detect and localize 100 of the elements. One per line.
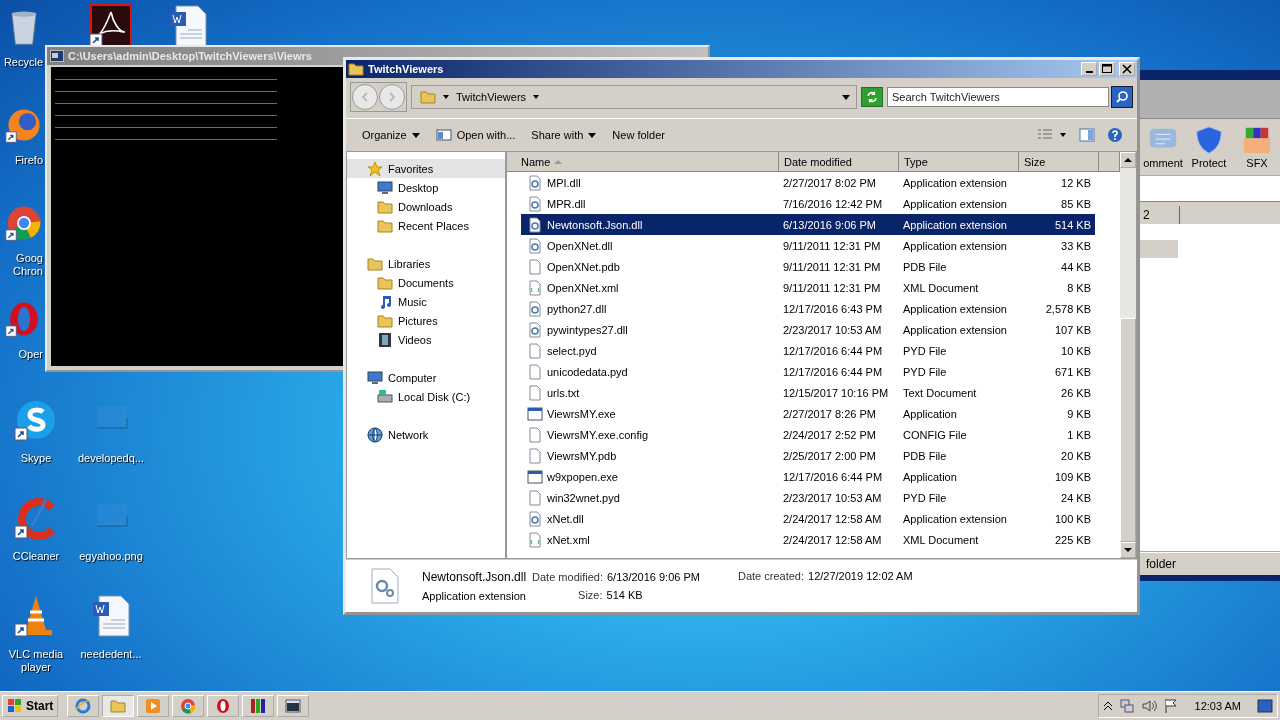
search-button[interactable] — [1111, 86, 1133, 108]
maximize-button[interactable] — [1099, 62, 1115, 76]
clock[interactable]: 12:03 AM — [1194, 700, 1241, 712]
taskbar-button[interactable] — [242, 695, 275, 717]
sidebar-item[interactable]: Pictures — [347, 311, 505, 330]
gear-file-icon — [527, 174, 543, 191]
pdf-icon[interactable] — [89, 4, 133, 48]
file-row[interactable]: MPR.dll 7/16/2016 12:42 PM Application extension 85 KB — [521, 193, 1095, 214]
file-icon — [527, 279, 543, 296]
close-icon — [1122, 64, 1132, 74]
file-row[interactable]: python27.dll 12/17/2016 6:43 PM Application extension 2,578 KB — [521, 298, 1095, 319]
browser-icon — [215, 698, 232, 714]
sidebar-item[interactable]: Downloads — [347, 197, 505, 216]
column-header[interactable]: Name — [507, 152, 779, 172]
column-header[interactable]: Size — [1019, 152, 1099, 172]
toolbar-button[interactable]: Organize — [356, 127, 426, 143]
broom-icon[interactable] — [14, 496, 58, 540]
refresh-button[interactable] — [861, 87, 883, 107]
sidebar-item[interactable]: Libraries — [347, 254, 505, 273]
window-icon — [50, 50, 64, 62]
file-row[interactable]: ViewrsMY.exe.config 2/24/2017 2:52 PM CONFIG File 1 KB — [521, 424, 1095, 445]
sidebar-item[interactable]: Favorites — [347, 159, 505, 178]
flag-icon[interactable] — [1162, 698, 1179, 714]
browser-icon[interactable] — [5, 204, 43, 242]
drive-icon — [377, 388, 393, 405]
taskbar-button[interactable] — [277, 695, 310, 717]
network-icon[interactable] — [1118, 698, 1135, 714]
file-row[interactable]: urls.txt 12/15/2017 10:16 PM Text Document 26 KB — [521, 382, 1095, 403]
refresh-icon — [865, 90, 879, 104]
console-line: _____________________________________ — [55, 131, 278, 143]
chevron-up-icon[interactable] — [1102, 700, 1113, 712]
sidebar-item[interactable]: Documents — [347, 273, 505, 292]
field-label: Size: — [578, 589, 603, 601]
console-line: _____________________________________ — [55, 83, 278, 95]
gear-file-icon — [527, 321, 543, 338]
speaker-icon[interactable] — [1140, 698, 1157, 714]
dropdown-icon — [842, 93, 850, 101]
file-row[interactable]: OpenXNet.xml 9/11/2011 12:31 PM XML Document 8 KB — [521, 277, 1095, 298]
file-row[interactable]: OpenXNet.dll 9/11/2011 12:31 PM Application extension 33 KB — [521, 235, 1095, 256]
file-row[interactable]: select.pyd 12/17/2016 6:44 PM PYD File 10 KB — [521, 340, 1095, 361]
file-row[interactable]: xNet.xml 2/24/2017 12:58 AM XML Document 225 KB — [521, 529, 1095, 550]
icon-label: Firefo — [13, 154, 43, 167]
caret-icon — [442, 93, 450, 101]
sidebar-item[interactable]: Music — [347, 292, 505, 311]
caret-icon — [411, 131, 420, 139]
help-icon — [1107, 127, 1123, 143]
sidebar-item[interactable]: Videos — [347, 330, 505, 349]
folder-icon — [377, 274, 393, 291]
folder-icon — [348, 61, 364, 77]
file-icon — [527, 489, 543, 506]
file-row[interactable]: MPI.dll 2/27/2017 8:02 PM Application extension 12 KB — [521, 172, 1095, 193]
file-row[interactable]: win32wnet.pyd 2/23/2017 10:53 AM PYD File 24 KB — [521, 487, 1095, 508]
column-header[interactable]: Date modified — [779, 152, 899, 172]
browser-icon — [180, 698, 197, 714]
sidebar-item[interactable]: Local Disk (C:) — [347, 387, 505, 406]
taskbar-button[interactable] — [207, 695, 240, 717]
close-button[interactable] — [1119, 62, 1135, 76]
toolbar-button[interactable]: Share with — [525, 127, 603, 143]
maximize-icon — [1102, 64, 1112, 74]
field-label: Date created: — [737, 570, 804, 582]
column-header[interactable]: Type — [899, 152, 1019, 172]
toolbar-button[interactable]: New folder — [606, 127, 671, 143]
field-value: 12/27/2019 12:02 AM — [808, 570, 913, 582]
gear-file-icon — [527, 300, 543, 317]
toolbar-button[interactable]: Open with... — [429, 125, 522, 145]
toolbar-button[interactable]: Protect — [1186, 125, 1232, 169]
start-button[interactable]: Start — [2, 695, 59, 717]
toolbar-button[interactable]: SFX — [1234, 125, 1280, 169]
archive-icon — [250, 698, 267, 714]
icon-label: egyahoo.png — [78, 550, 144, 563]
chat-icon[interactable] — [14, 398, 58, 442]
icon-label: CCleaner — [11, 550, 61, 563]
address-field[interactable] — [1140, 177, 1280, 202]
file-row[interactable]: unicodedata.pyd 12/17/2016 6:44 PM PYD File 671 KB — [521, 361, 1095, 382]
list-view-icon — [1037, 128, 1067, 142]
application-icon — [527, 468, 543, 485]
up-arrow-icon — [1124, 156, 1132, 164]
sidebar-item[interactable]: Desktop — [347, 178, 505, 197]
window-icon — [435, 127, 452, 143]
file-row[interactable]: OpenXNet.pdb 9/11/2011 12:31 PM PDB File 44 KB — [521, 256, 1095, 277]
address-bar[interactable]: TwitchViewers — [411, 85, 857, 109]
field-value: 6/13/2016 9:06 PM — [607, 571, 700, 583]
file-row[interactable]: w9xpopen.exe 12/17/2016 6:44 PM Application 109 KB — [521, 466, 1095, 487]
minimize-button[interactable] — [1081, 62, 1097, 76]
file-row[interactable]: xNet.dll 2/24/2017 12:58 AM Application extension 100 KB — [521, 508, 1095, 529]
file-row[interactable]: ViewrsMY.pdb 2/25/2017 2:00 PM PDB File 20 KB — [521, 445, 1095, 466]
sidebar-item[interactable]: Recent Places — [347, 216, 505, 235]
file-row[interactable]: Newtonsoft.Json.dll 6/13/2016 9:06 PM Application extension 514 KB — [521, 214, 1095, 235]
icon-label: VLC media player — [7, 648, 65, 674]
folder-icon — [377, 198, 393, 215]
folder-icon — [110, 698, 127, 714]
search-field[interactable]: Search TwitchViewers — [887, 87, 1109, 107]
sidebar-item[interactable]: Computer — [347, 368, 505, 387]
sidebar-item[interactable]: Network — [347, 425, 505, 444]
file-row[interactable]: ViewrsMY.exe 2/27/2017 8:26 PM Application 9 KB — [521, 403, 1095, 424]
file-row[interactable]: pywintypes27.dll 2/23/2017 10:53 AM Application extension 107 KB — [521, 319, 1095, 340]
scrollbar[interactable] — [1120, 152, 1136, 558]
toolbar-button[interactable]: omment — [1142, 125, 1184, 169]
play-icon — [145, 698, 162, 714]
window-icon — [285, 698, 302, 714]
